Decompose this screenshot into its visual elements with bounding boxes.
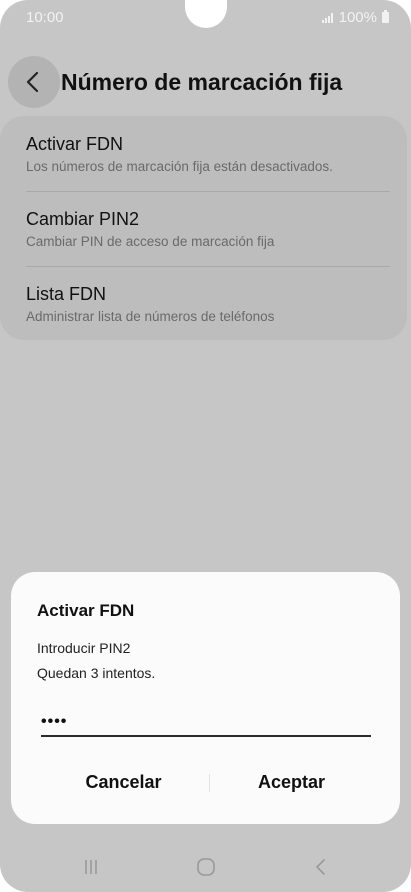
status-indicators: 100% — [321, 9, 389, 26]
setting-lista-fdn[interactable]: Lista FDN Administrar lista de números d… — [26, 284, 390, 324]
pin-dialog: Activar FDN Introducir PIN2 Quedan 3 int… — [11, 572, 400, 824]
divider — [26, 191, 390, 192]
chevron-left-icon — [26, 71, 39, 93]
navigation-bar — [0, 850, 411, 884]
dialog-attempts: Quedan 3 intentos. — [37, 665, 156, 681]
phone-screen: 10:00 100% Número de marcación fija Acti… — [0, 0, 411, 892]
page-title: Número de marcación fija — [61, 69, 343, 95]
app-bar: Número de marcación fija — [0, 56, 411, 110]
setting-title: Cambiar PIN2 — [26, 209, 140, 229]
setting-cambiar-pin2[interactable]: Cambiar PIN2 Cambiar PIN de acceso de ma… — [26, 209, 390, 249]
setting-subtitle: Los números de marcación fija están desa… — [26, 159, 333, 174]
cancel-button[interactable]: Cancelar — [51, 765, 196, 799]
accept-button[interactable]: Aceptar — [219, 765, 364, 799]
home-button[interactable] — [176, 850, 236, 884]
status-time: 10:00 — [26, 9, 64, 26]
setting-title: Lista FDN — [26, 284, 107, 304]
battery-icon — [382, 10, 389, 23]
settings-list: Activar FDN Los números de marcación fij… — [0, 116, 407, 340]
back-button[interactable] — [8, 56, 60, 108]
recents-button[interactable] — [61, 850, 121, 884]
button-divider — [209, 774, 210, 792]
home-icon — [197, 858, 215, 876]
nav-back-button[interactable] — [291, 850, 351, 884]
pin-input[interactable] — [41, 711, 371, 737]
battery-percent: 100% — [338, 9, 377, 26]
signal-icon — [321, 12, 333, 23]
setting-subtitle: Cambiar PIN de acceso de marcación fija — [26, 234, 275, 249]
setting-subtitle: Administrar lista de números de teléfono… — [26, 309, 275, 324]
dialog-title: Activar FDN — [37, 601, 135, 620]
setting-activar-fdn[interactable]: Activar FDN Los números de marcación fij… — [26, 134, 390, 174]
recents-icon — [85, 860, 97, 874]
divider — [26, 266, 390, 267]
dialog-prompt: Introducir PIN2 — [37, 640, 131, 656]
setting-title: Activar FDN — [26, 134, 124, 154]
back-icon — [316, 859, 325, 875]
